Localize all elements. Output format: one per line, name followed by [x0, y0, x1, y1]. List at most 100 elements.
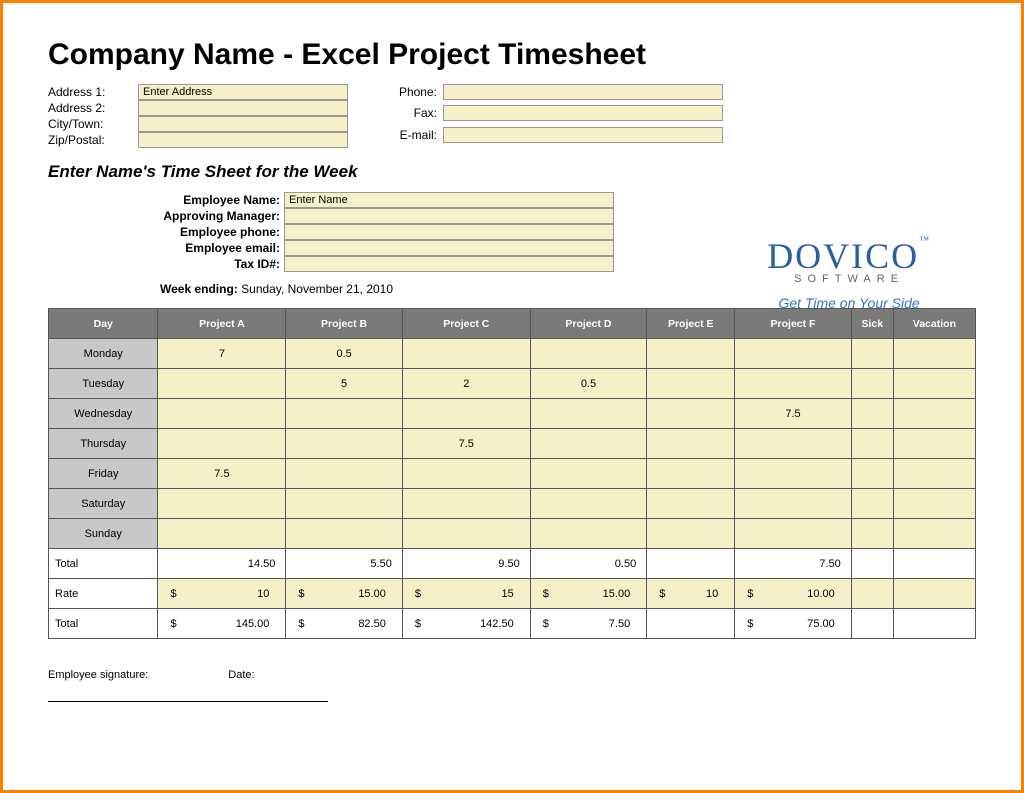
hours-cell[interactable] — [530, 339, 646, 369]
input-tax[interactable] — [284, 256, 614, 272]
hours-cell[interactable] — [402, 339, 530, 369]
day-cell: Wednesday — [49, 399, 158, 429]
col-header: Project C — [402, 309, 530, 339]
hours-cell[interactable]: 2 — [402, 369, 530, 399]
hours-cell[interactable] — [647, 429, 735, 459]
input-email[interactable] — [443, 127, 723, 143]
hours-cell[interactable] — [402, 459, 530, 489]
hours-cell[interactable] — [158, 489, 286, 519]
input-city[interactable] — [138, 116, 348, 132]
grand-cell — [851, 609, 893, 639]
label-emp-email: Employee email: — [84, 240, 284, 256]
input-address1[interactable]: Enter Address — [138, 84, 348, 100]
hours-cell[interactable] — [735, 519, 851, 549]
hours-cell[interactable] — [647, 489, 735, 519]
label-phone: Phone: — [388, 84, 443, 105]
hours-cell[interactable] — [286, 489, 402, 519]
hours-cell[interactable] — [851, 339, 893, 369]
input-phone[interactable] — [443, 84, 723, 100]
hours-cell[interactable] — [158, 519, 286, 549]
hours-cell[interactable] — [402, 519, 530, 549]
hours-cell[interactable] — [530, 519, 646, 549]
total-vac — [893, 549, 975, 579]
hours-cell[interactable] — [735, 369, 851, 399]
logo-text: DOVICO™ — [767, 235, 931, 277]
day-cell: Monday — [49, 339, 158, 369]
hours-cell[interactable]: 7 — [158, 339, 286, 369]
hours-cell[interactable]: 0.5 — [286, 339, 402, 369]
hours-cell[interactable] — [851, 459, 893, 489]
input-address2[interactable] — [138, 100, 348, 116]
hours-cell[interactable] — [851, 429, 893, 459]
hours-cell[interactable] — [893, 429, 975, 459]
col-header: Day — [49, 309, 158, 339]
rate-cell[interactable]: $10 — [647, 579, 735, 609]
input-emp-name[interactable]: Enter Name — [284, 192, 614, 208]
hours-cell[interactable] — [893, 459, 975, 489]
rate-cell[interactable]: $10 — [158, 579, 286, 609]
grand-cell: $82.50 — [286, 609, 402, 639]
total-c: 9.50 — [402, 549, 530, 579]
input-emp-email[interactable] — [284, 240, 614, 256]
hours-cell[interactable] — [735, 459, 851, 489]
hours-cell[interactable] — [286, 519, 402, 549]
hours-cell[interactable] — [286, 429, 402, 459]
input-emp-phone[interactable] — [284, 224, 614, 240]
hours-cell[interactable] — [735, 339, 851, 369]
hours-cell[interactable]: 0.5 — [530, 369, 646, 399]
input-manager[interactable] — [284, 208, 614, 224]
hours-cell[interactable] — [893, 399, 975, 429]
hours-cell[interactable] — [893, 369, 975, 399]
table-row: Wednesday 7.5 — [49, 399, 976, 429]
rate-cell[interactable]: $10.00 — [735, 579, 851, 609]
label-emp-name: Employee Name: — [84, 192, 284, 208]
rate-cell[interactable]: $15.00 — [530, 579, 646, 609]
total-sick — [851, 549, 893, 579]
hours-cell[interactable] — [530, 459, 646, 489]
rate-cell[interactable] — [893, 579, 975, 609]
hours-cell[interactable] — [158, 399, 286, 429]
hours-cell[interactable] — [851, 519, 893, 549]
hours-cell[interactable] — [158, 369, 286, 399]
logo-tm: ™ — [919, 235, 931, 246]
input-fax[interactable] — [443, 105, 723, 121]
hours-cell[interactable] — [286, 459, 402, 489]
grand-cell — [647, 609, 735, 639]
hours-cell[interactable] — [893, 339, 975, 369]
timesheet-table: DayProject AProject BProject CProject DP… — [48, 308, 976, 639]
rate-cell[interactable]: $15 — [402, 579, 530, 609]
hours-cell[interactable] — [647, 399, 735, 429]
hours-cell[interactable] — [851, 399, 893, 429]
hours-cell[interactable] — [735, 429, 851, 459]
day-cell: Thursday — [49, 429, 158, 459]
hours-cell[interactable] — [402, 489, 530, 519]
hours-cell[interactable]: 5 — [286, 369, 402, 399]
hours-cell[interactable] — [286, 399, 402, 429]
hours-cell[interactable] — [402, 399, 530, 429]
hours-cell[interactable] — [530, 429, 646, 459]
grand-cell: $145.00 — [158, 609, 286, 639]
hours-cell[interactable]: 7.5 — [402, 429, 530, 459]
label-manager: Approving Manager: — [84, 208, 284, 224]
totals-row: Total 14.50 5.50 9.50 0.50 7.50 — [49, 549, 976, 579]
hours-cell[interactable] — [647, 369, 735, 399]
hours-cell[interactable]: 7.5 — [158, 459, 286, 489]
hours-cell[interactable] — [647, 519, 735, 549]
logo-main-text: DOVICO — [767, 236, 919, 276]
hours-cell[interactable] — [647, 459, 735, 489]
rate-cell[interactable] — [851, 579, 893, 609]
grand-cell: $7.50 — [530, 609, 646, 639]
hours-cell[interactable] — [647, 339, 735, 369]
hours-cell[interactable] — [530, 399, 646, 429]
hours-cell[interactable] — [158, 429, 286, 459]
hours-cell[interactable] — [530, 489, 646, 519]
hours-cell[interactable] — [893, 489, 975, 519]
hours-cell[interactable] — [735, 489, 851, 519]
week-ending-label: Week ending: — [160, 282, 238, 296]
hours-cell[interactable] — [851, 369, 893, 399]
rate-cell[interactable]: $15.00 — [286, 579, 402, 609]
input-zip[interactable] — [138, 132, 348, 148]
hours-cell[interactable]: 7.5 — [735, 399, 851, 429]
hours-cell[interactable] — [893, 519, 975, 549]
hours-cell[interactable] — [851, 489, 893, 519]
